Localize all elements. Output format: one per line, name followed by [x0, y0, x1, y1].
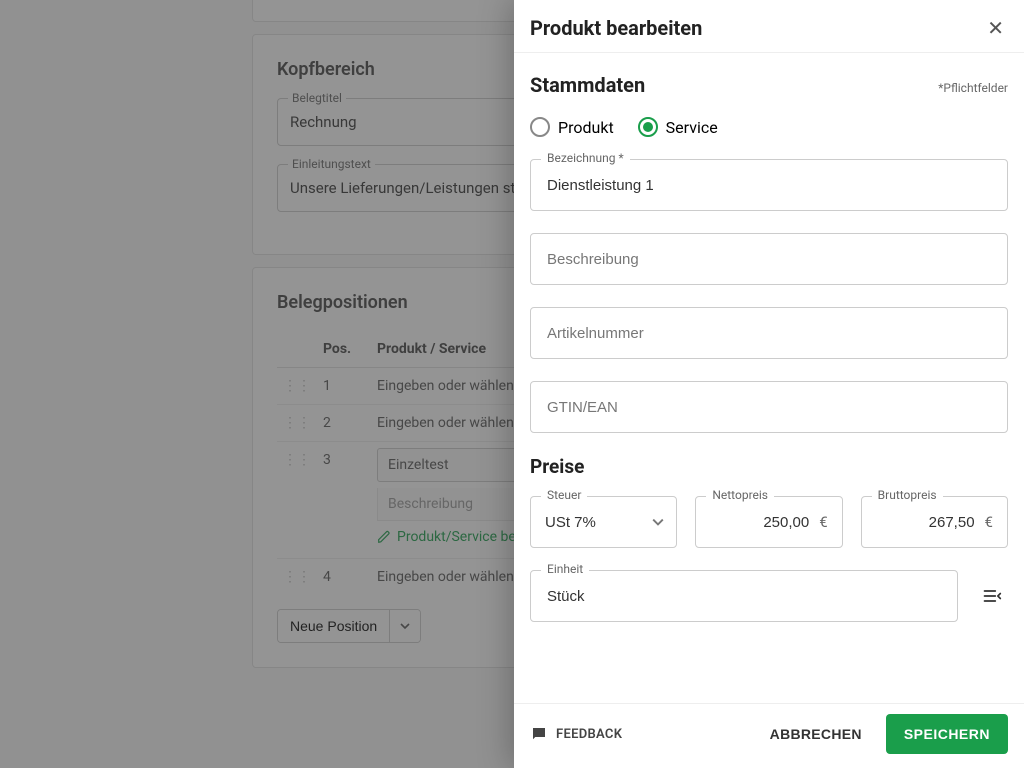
- artikelnummer-field[interactable]: [530, 307, 1008, 359]
- brutto-input[interactable]: [876, 513, 979, 532]
- gtin-field[interactable]: [530, 381, 1008, 433]
- steuer-field[interactable]: Steuer USt 7%: [530, 496, 677, 548]
- beschreibung-input[interactable]: [545, 250, 993, 269]
- netto-label: Nettopreis: [706, 488, 774, 502]
- cancel-button[interactable]: ABBRECHEN: [764, 725, 868, 743]
- bezeichnung-field[interactable]: Bezeichnung *: [530, 159, 1008, 211]
- section-stammdaten-title: Stammdaten: [530, 73, 645, 97]
- gtin-input[interactable]: [545, 398, 993, 417]
- feedback-button[interactable]: FEEDBACK: [530, 725, 622, 743]
- artikelnummer-input[interactable]: [545, 324, 993, 343]
- currency-suffix: €: [985, 513, 993, 531]
- drawer-footer: FEEDBACK ABBRECHEN SPEICHERN: [514, 704, 1024, 768]
- netto-field[interactable]: Nettopreis €: [695, 496, 842, 548]
- drawer-body[interactable]: Stammdaten *Pflichtfelder Produkt Servic…: [514, 52, 1024, 704]
- save-button[interactable]: SPEICHERN: [886, 714, 1008, 754]
- einheit-field[interactable]: Einheit: [530, 570, 958, 622]
- steuer-select[interactable]: USt 7%: [545, 514, 662, 531]
- currency-suffix: €: [819, 513, 827, 531]
- einheit-label: Einheit: [541, 562, 589, 576]
- chat-icon: [530, 725, 548, 743]
- brutto-label: Bruttopreis: [872, 488, 943, 502]
- radio-service[interactable]: Service: [638, 117, 718, 137]
- unit-list-icon[interactable]: [976, 580, 1008, 612]
- section-preise-title: Preise: [530, 455, 1008, 478]
- drawer-title: Produkt bearbeiten: [530, 16, 702, 40]
- bezeichnung-input[interactable]: [545, 176, 993, 195]
- beschreibung-field[interactable]: [530, 233, 1008, 285]
- drawer-header: Produkt bearbeiten ✕: [514, 0, 1024, 52]
- brutto-field[interactable]: Bruttopreis €: [861, 496, 1008, 548]
- radio-produkt[interactable]: Produkt: [530, 117, 614, 137]
- bezeichnung-label: Bezeichnung *: [541, 151, 630, 165]
- radio-icon: [638, 117, 658, 137]
- steuer-label: Steuer: [541, 488, 587, 502]
- edit-product-drawer: Produkt bearbeiten ✕ Stammdaten *Pflicht…: [514, 0, 1024, 768]
- pflichtfelder-note: *Pflichtfelder: [938, 81, 1008, 95]
- radio-service-label: Service: [666, 118, 718, 137]
- close-icon[interactable]: ✕: [983, 12, 1008, 44]
- product-type-radio-group: Produkt Service: [530, 117, 1008, 137]
- einheit-input[interactable]: [545, 587, 943, 606]
- feedback-label: FEEDBACK: [556, 727, 622, 742]
- radio-icon: [530, 117, 550, 137]
- radio-produkt-label: Produkt: [558, 118, 614, 137]
- netto-input[interactable]: [710, 513, 813, 532]
